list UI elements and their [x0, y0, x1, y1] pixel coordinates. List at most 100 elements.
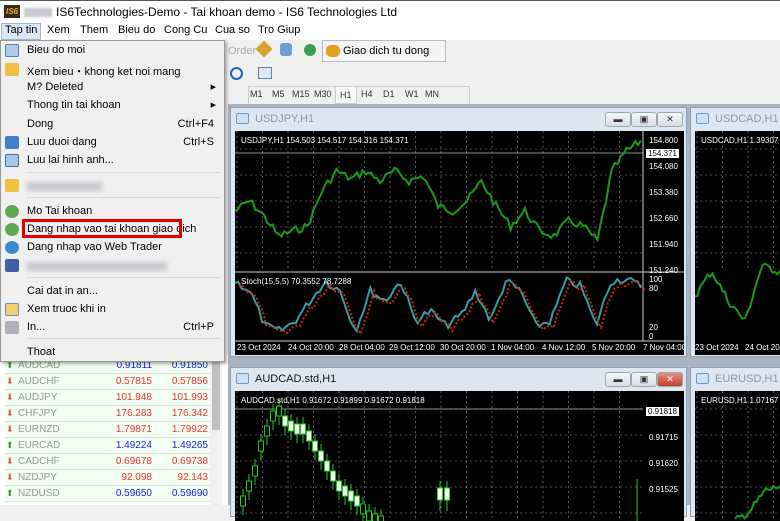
tf-m30[interactable]: M30: [314, 89, 332, 99]
tf-m5[interactable]: M5: [272, 89, 285, 99]
menu-item-print-preview[interactable]: Xem truoc khi in: [27, 303, 106, 315]
maximize-button[interactable]: ▣: [631, 112, 657, 127]
blurred-menu-item[interactable]: [27, 182, 102, 191]
scrollbar-thumb[interactable]: [212, 355, 220, 430]
tf-h1[interactable]: H1: [335, 86, 357, 104]
menu-item-open-account[interactable]: Mo Tai khoan: [27, 205, 92, 217]
menu-item-close[interactable]: Dong: [27, 118, 53, 130]
login-icon: [5, 223, 19, 236]
date-label: 30 Oct 20:00: [440, 343, 486, 352]
market-watch-row[interactable]: ⬆ EURCAD 1.49224 1.49265: [5, 438, 210, 454]
menu-help[interactable]: Tro Giup: [255, 24, 303, 36]
menu-item-print-setup[interactable]: Cai dat in an...: [27, 285, 98, 297]
menu-item-open-offline[interactable]: Xem bieu・khong ket noi mang: [27, 63, 180, 79]
indicator-level: 0: [649, 332, 654, 341]
market-watch-row[interactable]: ⬇ EURNZD 1.79871 1.79922: [5, 422, 210, 438]
market-watch-row[interactable]: ⬇ AUDCHF 0.57815 0.57856: [5, 374, 210, 390]
toolbar: Order Giao dich tu dong: [228, 40, 780, 104]
tf-w1[interactable]: W1: [405, 89, 419, 99]
bid: 0.57815: [115, 376, 152, 387]
menu-item-save-picture[interactable]: Luu lai hinh anh...: [27, 154, 114, 166]
web-trader-icon: [5, 241, 19, 254]
arrow-down-icon: ⬇: [6, 408, 14, 418]
metaeditor-icon[interactable]: [255, 40, 273, 58]
market-watch-row[interactable]: ⬇ AUDJPY 101.948 101.993: [5, 390, 210, 406]
price-label: 154.800: [649, 136, 678, 145]
menu-item-save-as[interactable]: Luu duoi dang: [27, 136, 97, 148]
separator: [27, 277, 220, 278]
tf-h4[interactable]: H4: [361, 89, 373, 99]
print-preview-icon: [5, 303, 19, 316]
market-watch-row[interactable]: ⬇ NZDJPY 92.098 92.143: [5, 470, 210, 486]
tf-m1[interactable]: M1: [250, 89, 263, 99]
chart-window-usdcad[interactable]: USDCAD,H1 USDCAD,H1 1.39307 23 Oct 2024 …: [690, 107, 780, 357]
chart-window-icon: [236, 373, 249, 384]
menu-charts[interactable]: Bieu do: [115, 24, 158, 36]
market-watch-scrollbar[interactable]: [210, 355, 222, 505]
auto-trading-button[interactable]: Giao dich tu dong: [322, 40, 446, 62]
usdcad-chart[interactable]: USDCAD,H1 1.39307 23 Oct 2024 24 Oct 20: [695, 131, 780, 355]
minimize-button[interactable]: ▬: [605, 112, 631, 127]
close-button[interactable]: ✕: [657, 112, 683, 127]
menu-file[interactable]: Tap tin: [1, 23, 42, 40]
menu-window[interactable]: Cua so: [212, 24, 253, 36]
symbol: EURNZD: [18, 424, 60, 435]
blurred-menu-item[interactable]: [27, 262, 167, 271]
candle-body: [366, 510, 372, 521]
usdjpy-chart[interactable]: USDJPY,H1 154.503 154.517 154.316 154.37…: [235, 131, 684, 355]
templates-icon[interactable]: [258, 67, 272, 79]
candle-body: [258, 440, 264, 452]
tf-mn[interactable]: MN: [425, 89, 439, 99]
menu-bar: Tap tin Xem Them Bieu do Cong Cu Cua so …: [0, 22, 780, 40]
bid: 101.948: [115, 392, 152, 403]
market-watch-row[interactable]: ⬇ CHFJPY 176.283 176.342: [5, 406, 210, 422]
chart-window-audcad[interactable]: AUDCAD.std,H1 ▬ ▣ ✕ AUDCAD.std,H1 0.9167…: [230, 367, 687, 521]
menu-tools[interactable]: Cong Cu: [161, 24, 210, 36]
symbol: EURCAD: [18, 440, 61, 451]
menu-item-login-web-trader[interactable]: Dang nhap vao Web Trader: [27, 241, 162, 253]
menu-item-account-info[interactable]: Thong tin tai khoan: [27, 99, 121, 111]
usdjpy-chart-canvas: [235, 131, 684, 342]
market-watch-row[interactable]: ⬆ NZDUSD 0.59650 0.59690: [5, 486, 210, 502]
open-account-icon: [5, 205, 19, 218]
new-order-button[interactable]: Order: [228, 45, 256, 57]
date-label: 1 Nov 04:00: [491, 343, 535, 352]
arrow-up-icon: ⬆: [6, 440, 14, 450]
bid: 1.49224: [115, 440, 152, 451]
date-label: 24 Oct 20: [745, 343, 780, 352]
market-watch-row[interactable]: ⬇ CADCHF 0.69678 0.69738: [5, 454, 210, 470]
periods-clock-icon[interactable]: [230, 67, 243, 80]
menu-item-new-chart[interactable]: Bieu do moi: [27, 44, 85, 56]
menu-insert[interactable]: Them: [77, 24, 111, 36]
chart-window-eurusd[interactable]: EURUSD,H1 EURUSD,H1 1.07167: [690, 367, 780, 521]
maximize-button[interactable]: ▣: [631, 372, 657, 387]
minimize-button[interactable]: ▬: [605, 372, 631, 387]
ask: 1.79922: [171, 424, 208, 435]
menu-item-exit[interactable]: Thoat: [27, 346, 55, 358]
symbol: NZDJPY: [18, 472, 57, 483]
open-folder-icon: [5, 63, 19, 76]
menu-item-open-deleted[interactable]: M? Deleted: [27, 81, 83, 93]
auto-trading-label: Giao dich tu dong: [343, 45, 430, 57]
chart-window-usdjpy[interactable]: USDJPY,H1 ▬ ▣ ✕ USDJPY,H1 154.503 154.51…: [230, 107, 687, 357]
date-label: 5 Nov 20:00: [592, 343, 636, 352]
symbol: CHFJPY: [18, 408, 57, 419]
price-label: 153.380: [649, 188, 678, 197]
candle-body: [312, 440, 318, 452]
tf-d1[interactable]: D1: [383, 89, 395, 99]
date-label: 23 Oct 2024: [695, 343, 739, 352]
date-label: 28 Oct 04:00: [339, 343, 385, 352]
file-menu-dropdown: Bieu do moi Xem bieu・khong ket noi mang …: [0, 40, 225, 362]
tf-m15[interactable]: M15: [292, 89, 310, 99]
menu-item-print[interactable]: In...: [27, 321, 45, 333]
menu-view[interactable]: Xem: [44, 24, 73, 36]
audcad-chart[interactable]: AUDCAD.std,H1 0.91672 0.91899 0.91672 0.…: [235, 391, 684, 521]
signals-icon[interactable]: [304, 44, 316, 56]
close-button[interactable]: ✕: [657, 372, 683, 387]
candle-body: [348, 490, 354, 502]
chart-window-title: AUDCAD.std,H1: [255, 373, 337, 385]
bid: 176.283: [115, 408, 152, 419]
blurred-account: [24, 8, 52, 17]
eurusd-chart[interactable]: EURUSD,H1 1.07167: [695, 391, 780, 521]
navigator-icon[interactable]: [280, 43, 292, 56]
